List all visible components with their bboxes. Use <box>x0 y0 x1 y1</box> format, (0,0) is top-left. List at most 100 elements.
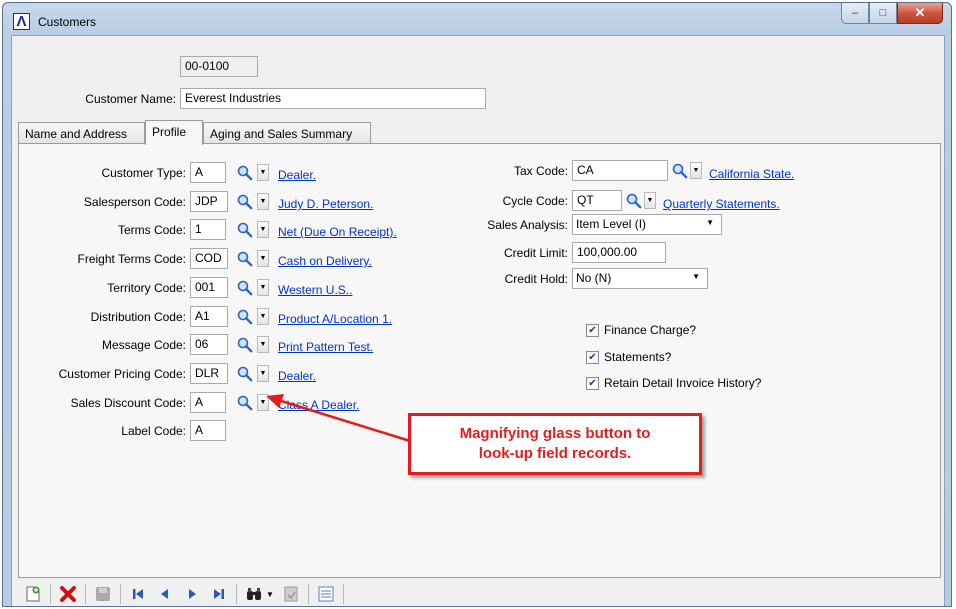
customer-name-field[interactable]: Everest Industries <box>180 88 486 109</box>
freight-terms-code-magnifier-icon[interactable] <box>236 249 253 268</box>
find-icon[interactable] <box>243 583 265 605</box>
previous-record-icon[interactable] <box>154 583 176 605</box>
record-toolbar: ▼ <box>12 581 944 606</box>
freight-terms-code-label: Freight Terms Code: <box>77 252 187 266</box>
freight-terms-code-field[interactable]: COD <box>190 248 228 269</box>
tab-name-and-address[interactable]: Name and Address <box>18 122 145 144</box>
terms-code-magnifier-icon[interactable] <box>236 220 253 239</box>
terms-code-description-link[interactable]: Net (Due On Receipt). <box>278 225 397 239</box>
maximize-button[interactable]: □ <box>869 3 897 24</box>
delete-icon[interactable] <box>57 583 79 605</box>
chevron-down-icon: ▼ <box>692 272 700 281</box>
terms-code-dropdown-icon[interactable]: ▼ <box>257 221 269 238</box>
first-record-icon[interactable] <box>127 583 149 605</box>
salesperson-code-dropdown-icon[interactable]: ▼ <box>257 193 269 210</box>
customer-type-label: Customer Type: <box>101 166 186 180</box>
cycle-code-description-link[interactable]: Quarterly Statements. <box>663 197 780 211</box>
freight-terms-code-description-link[interactable]: Cash on Delivery. <box>278 254 372 268</box>
salesperson-code-magnifier-icon[interactable] <box>236 192 253 211</box>
annotation-line-1: Magnifying glass button to <box>459 425 651 442</box>
salesperson-code-field[interactable]: JDP <box>190 191 228 212</box>
retain-detail-invoice-history-label: Retain Detail Invoice History? <box>604 376 762 390</box>
distribution-code-description-link[interactable]: Product A/Location 1. <box>278 312 392 326</box>
customer-type-magnifier-icon[interactable] <box>236 163 253 182</box>
cycle-code-magnifier-icon[interactable] <box>625 191 642 210</box>
toolbar-separator <box>308 584 309 604</box>
message-code-field[interactable]: 06 <box>190 334 228 355</box>
terms-code-field[interactable]: 1 <box>190 219 226 240</box>
territory-code-description-link[interactable]: Western U.S.. <box>278 283 352 297</box>
sales-discount-code-field[interactable]: A <box>190 392 226 413</box>
sales-analysis-select[interactable]: Item Level (I) ▼ <box>572 214 722 235</box>
message-code-magnifier-icon[interactable] <box>236 335 253 354</box>
cycle-code-label: Cycle Code: <box>502 194 568 208</box>
message-code-description-link[interactable]: Print Pattern Test. <box>278 340 373 354</box>
customers-window: Λ Customers – □ ✕ Customer ID: 00-0100 C… <box>2 2 952 607</box>
territory-code-magnifier-icon[interactable] <box>236 278 253 297</box>
app-logo-icon: Λ <box>13 13 30 30</box>
statements-checkbox[interactable]: ✔ Statements? <box>586 350 671 364</box>
annotation-arrow <box>266 394 411 443</box>
tax-code-label: Tax Code: <box>513 164 568 178</box>
title-bar[interactable]: Λ Customers – □ ✕ <box>3 3 951 37</box>
customer-id-field[interactable]: 00-0100 <box>180 56 258 77</box>
cycle-code-dropdown-icon[interactable]: ▼ <box>644 192 656 209</box>
next-record-icon[interactable] <box>181 583 203 605</box>
territory-code-dropdown-icon[interactable]: ▼ <box>257 279 269 296</box>
credit-limit-label: Credit Limit: <box>503 246 568 260</box>
find-dropdown-icon[interactable]: ▼ <box>265 583 275 605</box>
report-icon[interactable] <box>280 583 302 605</box>
annotation-callout: Magnifying glass button to look-up field… <box>408 413 702 475</box>
customer-type-field[interactable]: A <box>190 162 226 183</box>
tab-aging-and-sales-summary[interactable]: Aging and Sales Summary <box>203 122 371 144</box>
distribution-code-label: Distribution Code: <box>90 310 186 324</box>
territory-code-field[interactable]: 001 <box>190 277 228 298</box>
finance-charge-checkbox[interactable]: ✔ Finance Charge? <box>586 323 696 337</box>
credit-hold-label: Credit Hold: <box>504 272 568 286</box>
tax-code-field[interactable]: CA <box>572 160 668 181</box>
form-client-area: Customer ID: 00-0100 Customer Name: Ever… <box>11 35 945 606</box>
toolbar-separator <box>50 584 51 604</box>
distribution-code-dropdown-icon[interactable]: ▼ <box>257 308 269 325</box>
distribution-code-field[interactable]: A1 <box>190 306 228 327</box>
close-button[interactable]: ✕ <box>897 3 943 24</box>
cycle-code-field[interactable]: QT <box>572 190 622 211</box>
terms-code-label: Terms Code: <box>117 223 186 237</box>
chevron-down-icon: ▼ <box>706 218 714 227</box>
credit-limit-field[interactable]: 100,000.00 <box>572 242 666 263</box>
tab-profile[interactable]: Profile <box>145 120 203 145</box>
window-title: Customers <box>38 15 97 29</box>
customer-type-description-link[interactable]: Dealer. <box>278 168 316 182</box>
customer-type-dropdown-icon[interactable]: ▼ <box>257 164 269 181</box>
credit-hold-select[interactable]: No (N) ▼ <box>572 268 708 289</box>
new-record-icon[interactable] <box>22 583 44 605</box>
customer-pricing-code-label: Customer Pricing Code: <box>58 367 186 381</box>
grid-view-icon[interactable] <box>315 583 337 605</box>
salesperson-code-label: Salesperson Code: <box>83 195 186 209</box>
territory-code-label: Territory Code: <box>107 281 186 295</box>
label-code-label: Label Code: <box>121 424 186 438</box>
toolbar-separator <box>343 584 344 604</box>
salesperson-code-description-link[interactable]: Judy D. Peterson. <box>278 197 373 211</box>
retain-detail-invoice-history-checkbox[interactable]: ✔ Retain Detail Invoice History? <box>586 376 761 390</box>
message-code-dropdown-icon[interactable]: ▼ <box>257 336 269 353</box>
tax-code-description-link[interactable]: California State. <box>709 167 794 181</box>
customer-pricing-code-field[interactable]: DLR <box>190 363 228 384</box>
sales-analysis-label: Sales Analysis: <box>487 218 568 232</box>
tax-code-dropdown-icon[interactable]: ▼ <box>690 162 702 179</box>
save-icon[interactable] <box>92 583 114 605</box>
label-code-field[interactable]: A <box>190 420 226 441</box>
sales-analysis-value: Item Level (I) <box>576 217 647 231</box>
tax-code-magnifier-icon[interactable] <box>671 161 688 180</box>
customer-pricing-code-description-link[interactable]: Dealer. <box>278 369 316 383</box>
checkmark-icon: ✔ <box>586 350 599 364</box>
customer-pricing-code-dropdown-icon[interactable]: ▼ <box>257 365 269 382</box>
customer-pricing-code-magnifier-icon[interactable] <box>236 364 253 383</box>
distribution-code-magnifier-icon[interactable] <box>236 307 253 326</box>
toolbar-separator <box>120 584 121 604</box>
sales-discount-code-magnifier-icon[interactable] <box>236 393 253 412</box>
last-record-icon[interactable] <box>208 583 230 605</box>
minimize-button[interactable]: – <box>841 3 869 24</box>
freight-terms-code-dropdown-icon[interactable]: ▼ <box>257 250 269 267</box>
credit-hold-value: No (N) <box>576 271 612 285</box>
